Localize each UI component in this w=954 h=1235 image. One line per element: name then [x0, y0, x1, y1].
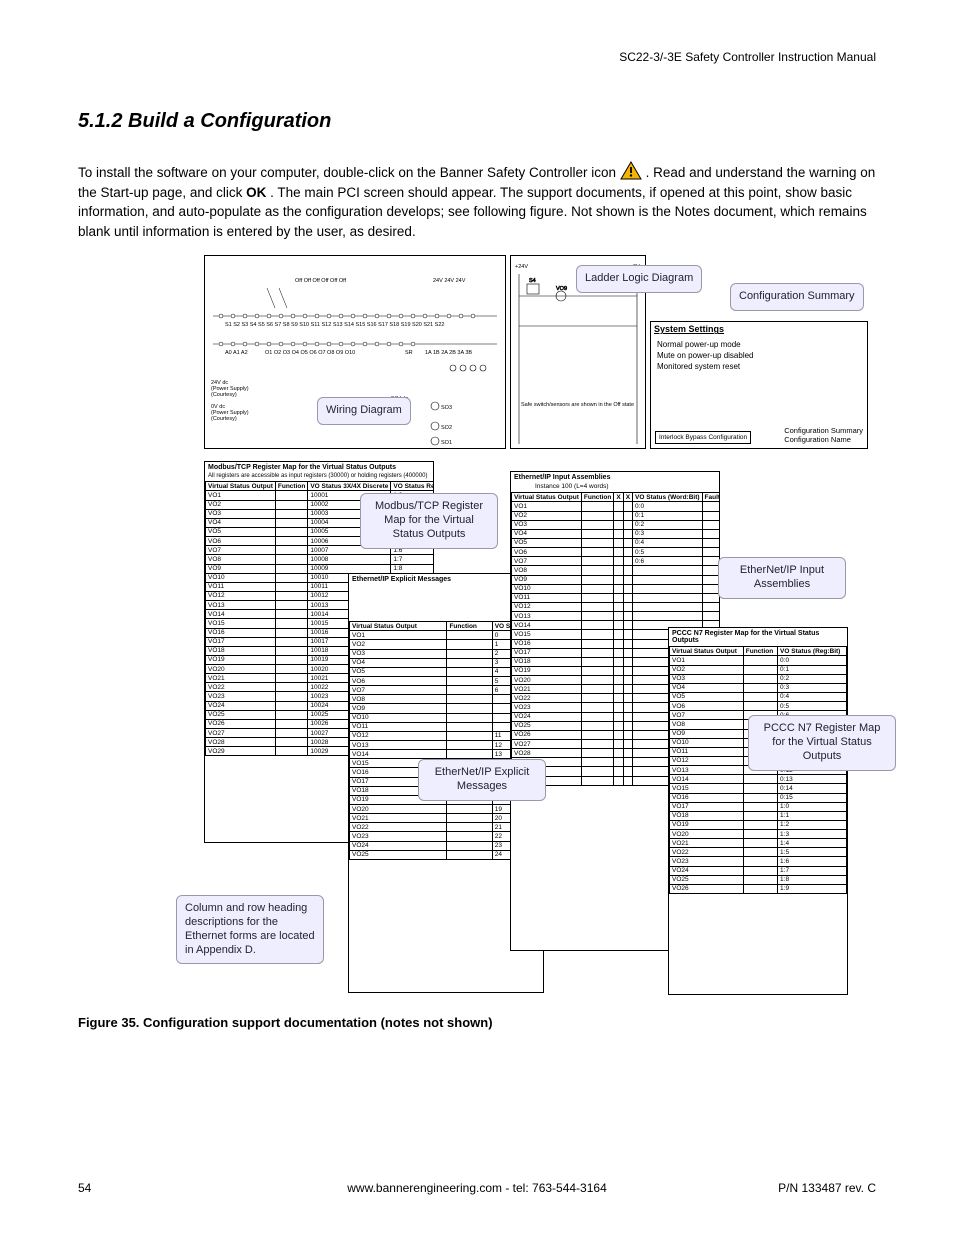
page-footer: 54 www.bannerengineering.com - tel: 763-…: [78, 1181, 876, 1195]
table-row: VO13: [512, 612, 721, 621]
body-text-a: To install the software on your computer…: [78, 165, 620, 180]
table-row: VO201:3: [670, 830, 847, 839]
svg-text:SO2: SO2: [441, 425, 452, 431]
ok-text: OK: [246, 185, 266, 200]
system-settings-title: System Settings: [651, 322, 867, 336]
table-row: VO11: [512, 593, 721, 602]
modbus-label: Modbus/TCP Register Map for the Virtual …: [360, 493, 498, 548]
table-row: VO10:0: [670, 656, 847, 665]
table-row: VO12: [512, 602, 721, 611]
eth-assemblies-label: EtherNet/IP Input Assemblies: [718, 557, 846, 599]
eth-assemblies-sub: Instance 100 (L=4 words): [511, 483, 719, 492]
table-row: VO150:14: [670, 784, 847, 793]
table-row: VO181:1: [670, 811, 847, 820]
page-number: 54: [78, 1181, 91, 1195]
body-paragraph: To install the software on your computer…: [78, 161, 876, 241]
table-row: VO140:13: [670, 775, 847, 784]
ss-line-2: Mute on power-up disabled: [657, 351, 861, 362]
table-row: VO9100091:8: [206, 564, 435, 573]
ladder-logic-label: Ladder Logic Diagram: [576, 265, 702, 293]
svg-text:O1 O2 O3 O4 O5 O6 O7 O8 O9 O10: O1 O2 O3 O4 O5 O6 O7 O8 O9 O10: [265, 350, 355, 356]
config-summary-label: Configuration Summary: [730, 283, 864, 311]
svg-text:(Courtesy): (Courtesy): [211, 416, 237, 422]
svg-text:S4: S4: [529, 278, 536, 284]
pccc-label: PCCC N7 Register Map for the Virtual Sta…: [748, 715, 896, 770]
footer-contact: www.bannerengineering.com - tel: 763-544…: [347, 1181, 607, 1195]
table-row: VO20:1: [670, 665, 847, 674]
table-row: VO211:4: [670, 839, 847, 848]
figure-caption: Figure 35. Configuration support documen…: [78, 1015, 876, 1030]
table-row: VO8: [512, 566, 721, 575]
modbus-title: Modbus/TCP Register Map for the Virtual …: [205, 462, 433, 473]
table-row: VO30:2: [512, 520, 721, 529]
ss-line-1: Normal power-up mode: [657, 340, 861, 351]
table-row: VO10: [512, 584, 721, 593]
svg-text:SO3: SO3: [441, 405, 452, 411]
svg-text:S1 S2 S3 S4 S5 S6 S7 S8 S9 S10: S1 S2 S3 S4 S5 S6 S7 S8 S9 S10 S11 S12 S…: [225, 322, 444, 328]
table-row: VO30:2: [670, 674, 847, 683]
table-row: VO8100081:7: [206, 555, 435, 564]
running-header: SC22-3/-3E Safety Controller Instruction…: [619, 50, 876, 64]
svg-text:24V 24V 24V: 24V 24V 24V: [433, 278, 466, 284]
table-row: VO221:5: [670, 848, 847, 857]
svg-text:1A 1B 2A 2B 3A 3B: 1A 1B 2A 2B 3A 3B: [425, 350, 472, 356]
svg-text:A0 A1 A2: A0 A1 A2: [225, 350, 248, 356]
svg-text:Off Off Off Off Off Off: Off Off Off Off Off Off: [295, 278, 347, 284]
table-row: VO50:4: [670, 692, 847, 701]
table-row: VO191:2: [670, 820, 847, 829]
section-heading: 5.1.2 Build a Configuration: [78, 110, 876, 133]
table-row: VO50:4: [512, 538, 721, 547]
table-row: VO70:6: [512, 557, 721, 566]
ss-sub-2: Configuration Name: [784, 435, 863, 444]
pccc-panel: PCCC N7 Register Map for the Virtual Sta…: [668, 627, 848, 995]
table-row: VO60:5: [512, 548, 721, 557]
table-row: VO241:7: [670, 866, 847, 875]
table-row: VO231:6: [670, 857, 847, 866]
table-row: VO40:3: [670, 683, 847, 692]
ss-line-3: Monitored system reset: [657, 362, 861, 373]
ladder-note: Safe switch/sensors are shown in the Off…: [521, 402, 634, 408]
wiring-diagram-label: Wiring Diagram: [317, 397, 411, 425]
table-row: VO160:15: [670, 793, 847, 802]
modbus-subtitle: All registers are accessible as input re…: [205, 473, 433, 481]
svg-text:VO9: VO9: [556, 286, 567, 292]
table-row: VO20:1: [512, 511, 721, 520]
table-row: VO40:3: [512, 529, 721, 538]
ss-sub-1: Configuration Summary: [784, 426, 863, 435]
appendix-d-note: Column and row heading descriptions for …: [176, 895, 324, 964]
table-row: VO9: [512, 575, 721, 584]
table-row: VO171:0: [670, 802, 847, 811]
table-row: VO60:5: [670, 702, 847, 711]
svg-text:+24V: +24V: [515, 264, 528, 270]
svg-text:SR: SR: [405, 350, 413, 356]
pccc-title: PCCC N7 Register Map for the Virtual Sta…: [669, 628, 847, 646]
eth-explicit-label: EtherNet/IP Explicit Messages: [418, 759, 546, 801]
eth-assemblies-title: Ethernet/IP Input Assemblies: [511, 472, 719, 483]
table-row: VO251:8: [670, 875, 847, 884]
footer-part-number: P/N 133487 rev. C: [778, 1181, 876, 1195]
svg-text:(Courtesy): (Courtesy): [211, 392, 237, 398]
svg-text:SO1: SO1: [441, 440, 452, 446]
figure-35: 24V dc (Power Supply) (Courtesy) 0V dc (…: [78, 255, 876, 997]
banner-safety-controller-icon: [620, 161, 642, 181]
ss-small-1: Interlock Bypass Configuration: [659, 434, 747, 441]
table-row: VO261:9: [670, 884, 847, 893]
table-row: VO10:0: [512, 502, 721, 511]
system-settings-panel: System Settings Normal power-up mode Mut…: [650, 321, 868, 449]
